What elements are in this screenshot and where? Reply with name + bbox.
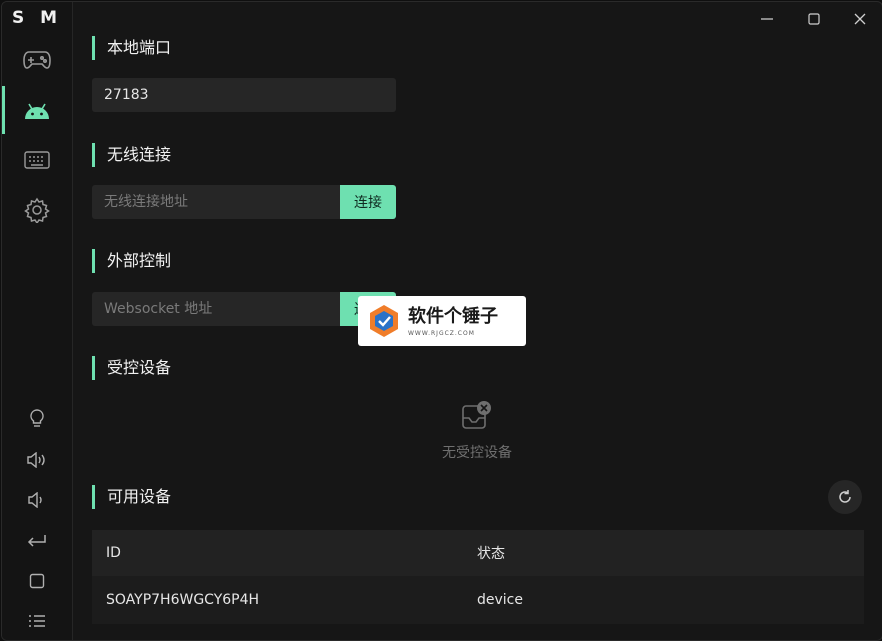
menu-list-icon <box>28 614 46 628</box>
table-row[interactable]: SOAYP7H6WGCY6P4H device <box>92 576 864 624</box>
empty-state-text: 无受控设备 <box>442 445 512 461</box>
tool-back[interactable] <box>2 526 72 556</box>
app-logo: S M <box>11 8 63 28</box>
column-header-status: 状态 <box>477 546 505 562</box>
available-devices-title: 可用设备 <box>92 485 171 509</box>
android-icon <box>23 99 51 121</box>
refresh-button[interactable] <box>828 480 862 514</box>
device-status-cell: device <box>477 592 523 608</box>
empty-state: 无受控设备 <box>422 400 532 462</box>
external-control-title: 外部控制 <box>92 249 171 273</box>
tool-menu-list[interactable] <box>2 606 72 636</box>
devices-table: ID 状态 SOAYP7H6WGCY6P4H device <box>92 530 864 624</box>
sidebar: S M <box>2 2 73 640</box>
device-id-cell: SOAYP7H6WGCY6P4H <box>106 592 260 608</box>
nav-settings[interactable] <box>2 186 72 234</box>
watermark-url: WWW.RJGCZ.COM <box>408 329 475 337</box>
websocket-address-input[interactable] <box>92 292 340 326</box>
volume-up-icon <box>27 452 47 468</box>
keyboard-icon <box>24 151 50 169</box>
local-port-title: 本地端口 <box>92 36 171 60</box>
square-icon <box>29 573 45 589</box>
volume-down-icon <box>28 492 46 508</box>
tool-volume-down[interactable] <box>2 485 72 515</box>
watermark-title: 软件个锤子 <box>408 305 498 327</box>
column-header-id: ID <box>106 545 121 561</box>
tool-volume-up[interactable] <box>2 445 72 475</box>
gear-icon <box>24 197 50 223</box>
wireless-address-input[interactable] <box>92 185 340 219</box>
nav-android[interactable] <box>2 86 72 134</box>
bulb-icon <box>29 409 45 429</box>
controlled-devices-title: 受控设备 <box>92 356 171 380</box>
refresh-icon <box>837 489 853 505</box>
table-header: ID 状态 <box>92 530 864 576</box>
tool-bulb[interactable] <box>2 404 72 434</box>
wireless-title: 无线连接 <box>92 143 171 167</box>
nav-keyboard[interactable] <box>2 136 72 184</box>
local-port-input[interactable] <box>92 78 396 112</box>
no-device-icon <box>460 400 494 432</box>
tool-square[interactable] <box>2 566 72 596</box>
wireless-connect-button[interactable]: 连接 <box>340 185 396 219</box>
back-icon <box>27 534 47 548</box>
watermark-logo-icon <box>366 303 402 339</box>
app-window: S M 本地端口 27183 无线连接 无线连接地址 连接 外部控制 Webso… <box>1 1 882 641</box>
gamepad-icon <box>23 48 51 70</box>
nav-gamepad[interactable] <box>2 35 72 83</box>
watermark: 软件个锤子 WWW.RJGCZ.COM <box>358 296 526 346</box>
